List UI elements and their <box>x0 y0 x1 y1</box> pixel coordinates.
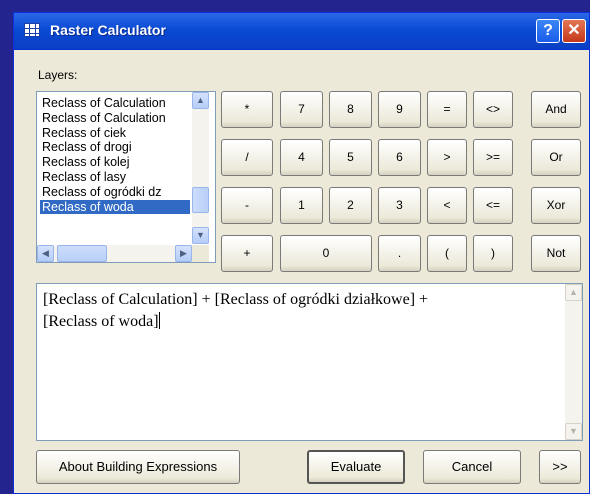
digit-3-button[interactable]: 3 <box>378 187 421 224</box>
title-bar[interactable]: Raster Calculator ? ✕ <box>14 13 589 50</box>
or-button[interactable]: Or <box>531 139 581 176</box>
equals-button[interactable]: = <box>427 91 467 128</box>
digit-5-button[interactable]: 5 <box>329 139 372 176</box>
expression-text: [Reclass of Calculation] + [Reclass of o… <box>43 289 553 333</box>
greater-than-button[interactable]: > <box>427 139 467 176</box>
digit-0-button[interactable]: 0 <box>280 235 372 272</box>
scroll-down-arrow-icon[interactable]: ▼ <box>192 227 209 244</box>
layer-item[interactable]: Reclass of drogi <box>40 140 190 155</box>
text-caret <box>158 312 160 329</box>
multiply-button[interactable]: * <box>221 91 273 128</box>
scroll-right-arrow-icon[interactable]: ▶ <box>175 245 192 262</box>
layer-item[interactable]: Reclass of ciek <box>40 126 190 141</box>
digit-8-button[interactable]: 8 <box>329 91 372 128</box>
digit-4-button[interactable]: 4 <box>280 139 323 176</box>
expression-scroll-down-icon[interactable]: ▼ <box>565 423 582 440</box>
digit-1-button[interactable]: 1 <box>280 187 323 224</box>
expression-line-2: [Reclass of woda] <box>43 311 553 333</box>
layer-item[interactable]: Reclass of ogródki dz <box>40 185 190 200</box>
digit-9-button[interactable]: 9 <box>378 91 421 128</box>
layers-horizontal-scrollbar[interactable]: ◀ ▶ <box>37 245 192 262</box>
raster-calculator-dialog: Raster Calculator ? ✕ Layers: Reclass of… <box>13 12 590 494</box>
calculator-grid-icon <box>24 23 40 37</box>
layer-item[interactable]: Reclass of lasy <box>40 170 190 185</box>
horizontal-scroll-thumb[interactable] <box>57 245 107 262</box>
left-paren-button[interactable]: ( <box>427 235 467 272</box>
decimal-button[interactable]: . <box>378 235 421 272</box>
layer-item[interactable]: Reclass of kolej <box>40 155 190 170</box>
less-than-button[interactable]: < <box>427 187 467 224</box>
close-button[interactable]: ✕ <box>562 19 586 43</box>
scroll-up-arrow-icon[interactable]: ▲ <box>192 92 209 109</box>
expression-line-2-text: [Reclass of woda] <box>43 313 159 330</box>
scroll-left-arrow-icon[interactable]: ◀ <box>37 245 54 262</box>
window-title: Raster Calculator <box>50 22 166 38</box>
and-button[interactable]: And <box>531 91 581 128</box>
more-options-button[interactable]: >> <box>539 450 581 484</box>
vertical-scroll-thumb[interactable] <box>192 187 209 213</box>
layer-item[interactable]: Reclass of Calculation <box>40 111 190 126</box>
expression-textarea[interactable]: [Reclass of Calculation] + [Reclass of o… <box>36 283 583 441</box>
layers-vertical-scrollbar[interactable]: ▲ ▼ <box>192 92 209 244</box>
not-button[interactable]: Not <box>531 235 581 272</box>
cancel-button[interactable]: Cancel <box>423 450 521 484</box>
right-paren-button[interactable]: ) <box>473 235 513 272</box>
expression-line-1: [Reclass of Calculation] + [Reclass of o… <box>43 291 429 308</box>
layer-item[interactable]: Reclass of Calculation <box>40 96 190 111</box>
digit-6-button[interactable]: 6 <box>378 139 421 176</box>
greater-equal-button[interactable]: >= <box>473 139 513 176</box>
divide-button[interactable]: / <box>221 139 273 176</box>
not-equals-button[interactable]: <> <box>473 91 513 128</box>
layers-listbox[interactable]: Reclass of Calculation Reclass of Calcul… <box>36 91 216 263</box>
less-equal-button[interactable]: <= <box>473 187 513 224</box>
xor-button[interactable]: Xor <box>531 187 581 224</box>
digit-2-button[interactable]: 2 <box>329 187 372 224</box>
expression-scrollbar[interactable]: ▲ ▼ <box>565 284 582 440</box>
layer-item-selected[interactable]: Reclass of woda <box>40 199 190 215</box>
scrollbar-corner <box>192 245 209 262</box>
minus-button[interactable]: - <box>221 187 273 224</box>
layers-label: Layers: <box>38 68 78 82</box>
evaluate-button[interactable]: Evaluate <box>307 450 405 484</box>
expression-scroll-up-icon[interactable]: ▲ <box>565 284 582 301</box>
plus-button[interactable]: + <box>221 235 273 272</box>
layer-list: Reclass of Calculation Reclass of Calcul… <box>40 96 190 215</box>
digit-7-button[interactable]: 7 <box>280 91 323 128</box>
help-button[interactable]: ? <box>536 19 560 43</box>
about-building-expressions-button[interactable]: About Building Expressions <box>36 450 240 484</box>
